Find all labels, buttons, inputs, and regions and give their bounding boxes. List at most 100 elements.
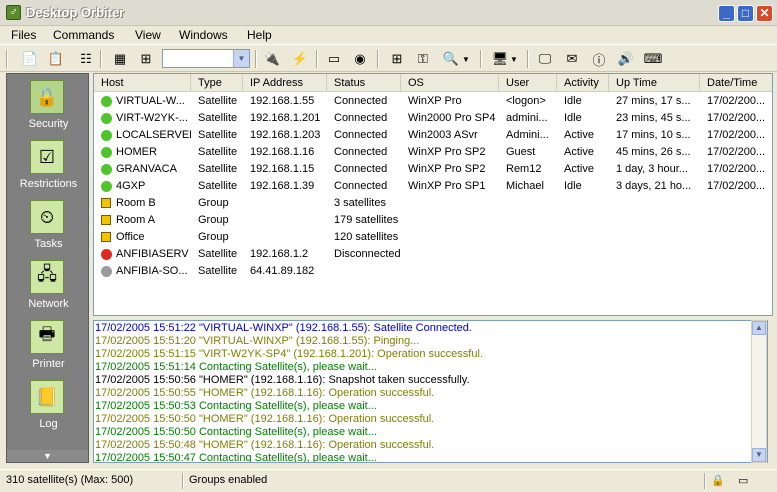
cell-activity	[564, 195, 609, 212]
cell-activity	[564, 246, 609, 263]
cell-activity: Idle	[564, 180, 582, 192]
details-view-icon[interactable]: ☷	[76, 49, 96, 69]
sidebar-item-label: Printer	[32, 358, 65, 370]
cell-date-time: 17/02/200...	[707, 180, 766, 192]
keyboard-icon[interactable]: ⌨	[643, 49, 663, 69]
log-entry: 17/02/2005 15:50:50 "HOMER" (192.168.1.1…	[95, 413, 435, 425]
sidebar-item-network[interactable]: 🖧 Network	[7, 254, 90, 314]
connect-icon[interactable]: 🔌	[262, 49, 282, 69]
menu-help[interactable]: Help	[247, 28, 272, 42]
copy-icon[interactable]: 📋	[46, 49, 66, 69]
status-separator	[182, 473, 184, 489]
cell-ip-address	[250, 212, 327, 229]
table-row[interactable]: GRANVACA Satellite 192.168.1.15 Connected Wi…	[94, 161, 772, 178]
cell-up-time: 23 mins, 45 s...	[616, 112, 691, 124]
cell-status	[334, 263, 401, 280]
log-entry: 17/02/2005 15:51:14 Contacting Satellite…	[95, 361, 377, 373]
column-header-activity[interactable]: Activity	[557, 74, 609, 92]
cell-up-time	[616, 229, 700, 246]
menu-view[interactable]: View	[135, 28, 161, 42]
maximize-button[interactable]: □	[737, 5, 754, 22]
cell-user: <logon>	[506, 95, 546, 107]
group-combo[interactable]: ▼	[162, 49, 250, 68]
log-entry: 17/02/2005 15:50:53 Contacting Satellite…	[95, 400, 377, 412]
column-header-up-time[interactable]: Up Time	[609, 74, 700, 92]
title-bar[interactable]: ♂ Desktop Orbiter _ □ ✕	[0, 0, 777, 26]
table-row[interactable]: 4GXP Satellite 192.168.1.39 Connected WinXP …	[94, 178, 772, 195]
cell-date-time	[707, 212, 772, 229]
log-entry: 17/02/2005 15:50:47 Contacting Satellite…	[95, 452, 377, 463]
cell-host: VIRTUAL-W...	[116, 95, 185, 107]
message-icon[interactable]: ✉	[562, 49, 582, 69]
windows-flag-icon[interactable]: ⊞	[387, 49, 407, 69]
toolbar-separator	[255, 50, 257, 68]
sidebar-item-log[interactable]: 📒 Log	[7, 374, 90, 434]
column-header-os[interactable]: OS	[401, 74, 499, 92]
column-header-type[interactable]: Type	[191, 74, 243, 92]
column-header-host[interactable]: Host	[94, 74, 191, 92]
chevron-down-icon[interactable]: ▼	[233, 50, 249, 67]
scroll-down-button[interactable]: ▼	[752, 448, 766, 462]
sidebar-item-restrictions[interactable]: ☑ Restrictions	[7, 134, 90, 194]
table-row[interactable]: Room A Group 179 satellites	[94, 212, 772, 229]
info-icon[interactable]: ⓘ	[589, 49, 609, 69]
column-header-status[interactable]: Status	[327, 74, 401, 92]
cell-os: WinXP Pro SP2	[408, 163, 486, 175]
menu-files[interactable]: Files	[11, 28, 36, 42]
table-row[interactable]: Office Group 120 satellites	[94, 229, 772, 246]
cell-date-time: 17/02/200...	[707, 129, 766, 141]
cell-date-time	[707, 263, 772, 280]
sidebar-scroll-down-button[interactable]: ▼	[7, 450, 88, 462]
restrictions-icon: ☑	[30, 140, 64, 174]
minimize-button[interactable]: _	[718, 5, 735, 22]
cell-activity	[564, 263, 609, 280]
cell-os: WinXP Pro SP2	[408, 146, 486, 158]
toolbar-separator	[527, 50, 529, 68]
toolbar-grip	[6, 50, 8, 68]
remote-desktop-icon[interactable]: 🖵	[535, 49, 555, 69]
binoculars-icon[interactable]: ◉	[350, 49, 370, 69]
sidebar-item-tasks[interactable]: ⏲ Tasks	[7, 194, 90, 254]
table-row[interactable]: LOCALSERVER Satellite 192.168.1.203 Connect…	[94, 127, 772, 144]
log-scrollbar[interactable]: ▲ ▼	[751, 320, 767, 463]
search-icon[interactable]: 🔍	[441, 49, 461, 69]
cell-status: Connected	[334, 112, 388, 124]
menu-commands[interactable]: Commands	[53, 28, 114, 42]
table-row[interactable]: ANFIBIASERV Satellite 192.168.1.2 Disconnec…	[94, 246, 772, 263]
computer-icon[interactable]: 🖥	[490, 49, 510, 69]
network-map-icon[interactable]: ⊞	[136, 49, 156, 69]
key-icon[interactable]: ⚿	[413, 49, 433, 69]
cell-up-time: 45 mins, 26 s...	[616, 146, 691, 158]
sidebar-item-security[interactable]: 🔒 Security	[7, 74, 90, 134]
table-row[interactable]: HOMER Satellite 192.168.1.16 Connected WinXP…	[94, 144, 772, 161]
close-button[interactable]: ✕	[756, 5, 773, 22]
column-header-user[interactable]: User	[499, 74, 557, 92]
table-row[interactable]: Room B Group 3 satellites	[94, 195, 772, 212]
properties-icon[interactable]: 📄	[20, 49, 40, 69]
menu-bar: Files Commands View Windows Help	[0, 26, 777, 45]
disconnect-icon[interactable]: ⚡	[290, 49, 310, 69]
table-row[interactable]: VIRT-W2YK-... Satellite 192.168.1.201 Conne…	[94, 110, 772, 127]
calendar-icon[interactable]: ▦	[110, 49, 130, 69]
table-row[interactable]: VIRTUAL-W... Satellite 192.168.1.55 Connect…	[94, 93, 772, 110]
column-header-ip-address[interactable]: IP Address	[243, 74, 327, 92]
sidebar-item-label: Security	[28, 118, 69, 130]
menu-windows[interactable]: Windows	[179, 28, 228, 42]
chevron-down-icon[interactable]: ▼	[508, 49, 520, 69]
speaker-icon[interactable]: 🔊	[616, 49, 636, 69]
event-log[interactable]: 17/02/2005 15:51:22 "VIRTUAL-WINXP" (192…	[93, 320, 768, 463]
table-row[interactable]: ANFIBIA-SO... Satellite 64.41.89.182	[94, 263, 772, 280]
cell-up-time	[616, 263, 700, 280]
cell-activity: Active	[564, 163, 594, 175]
screen-icon[interactable]: ▭	[324, 49, 344, 69]
cell-os	[408, 246, 499, 263]
groups-status: Groups enabled	[189, 474, 268, 486]
cell-ip-address: 192.168.1.201	[250, 112, 321, 124]
cell-ip-address	[250, 229, 327, 246]
satellite-count: 310 satellite(s) (Max: 500)	[6, 474, 134, 486]
cell-host: VIRT-W2YK-...	[116, 112, 188, 124]
sidebar-item-printer[interactable]: 🖶 Printer	[7, 314, 90, 374]
chevron-down-icon[interactable]: ▼	[460, 49, 472, 69]
column-header-date-time[interactable]: Date/Time	[700, 74, 772, 92]
scroll-up-button[interactable]: ▲	[752, 321, 766, 335]
